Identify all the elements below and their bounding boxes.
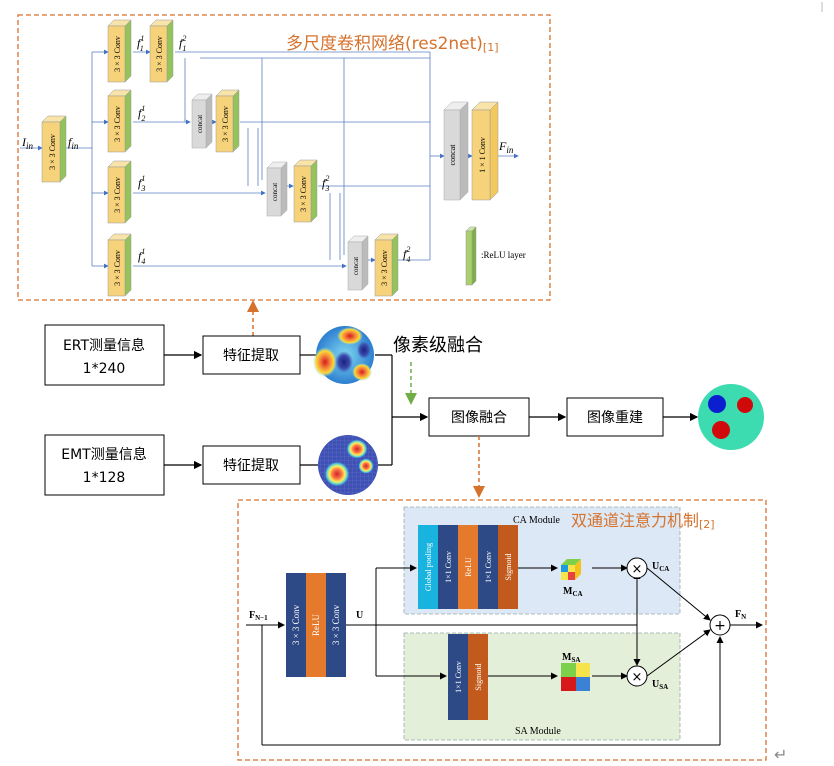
res2net-conv-branch4: 3 × 3 Conv	[107, 233, 132, 297]
sa-module-blocks: 1×1 Conv Sigmoid	[448, 634, 488, 720]
feature-extract-ert-label: 特征提取	[223, 348, 279, 364]
ca-conv1-a-label: 1×1 Conv	[444, 551, 453, 583]
ca-module-label: CA Module	[513, 515, 561, 526]
ca-conv1-b-label: 1×1 Conv	[484, 551, 493, 583]
conv-branch1b-label: 3 × 3 Conv	[155, 36, 164, 72]
res2net-conv-branch2-b: 3 × 3 Conv	[215, 89, 240, 153]
emt-reconstruction-image	[318, 435, 378, 495]
ca-global-pooling-label: Global pooling	[424, 543, 433, 591]
res2net-conv-branch1-b: 3 × 3 Conv	[149, 19, 174, 83]
msa-grid	[561, 663, 590, 691]
fn-1-label: FN−1	[249, 610, 268, 622]
pipeline: ERT测量信息 1*240 EMT测量信息 1*128 特征提取 特征提取 像素…	[44, 324, 764, 498]
fn-label: FN	[735, 609, 746, 621]
res2net-final-concat: concat	[443, 101, 469, 201]
ca-multiply-symbol: ×	[632, 562, 643, 577]
pixel-fusion-label: 像素级融合	[393, 335, 483, 356]
sum-symbol: +	[714, 618, 726, 634]
ca-sigmoid-label: Sigmoid	[504, 553, 513, 580]
concat-3-label: concat	[271, 183, 279, 201]
res2net-conv-branch1: 3 × 3 Conv	[107, 19, 132, 83]
u-label: U	[356, 610, 363, 621]
final-result-image	[698, 384, 764, 450]
label-f31: f1 3	[138, 174, 145, 193]
sa-module-label: SA Module	[515, 726, 561, 737]
label-f21: f1 2	[138, 104, 145, 123]
ert-reconstruction-image	[313, 326, 374, 384]
res2net-conv-branch4-b: 3 × 3 Conv	[374, 233, 399, 297]
res2net-fin-label: fin	[68, 135, 79, 151]
res2net-input-conv-label: 3 × 3 Conv	[48, 134, 57, 170]
res2net-connectors	[20, 49, 519, 269]
label-f11: f1 1	[137, 34, 144, 53]
conv-branch4-label: 3 × 3 Conv	[113, 250, 122, 286]
mca-cube	[561, 559, 581, 580]
concat-2-label: concat	[196, 115, 204, 133]
res2net-concat-3: concat	[266, 161, 288, 217]
att-relu-label: ReLU	[311, 614, 321, 636]
sum-node: +	[709, 614, 731, 636]
res2net-input-label: Iin	[21, 135, 34, 151]
return-mark: ↵	[774, 745, 787, 764]
conv-branch2b-label: 3 × 3 Conv	[221, 106, 230, 142]
relu-legend-label: :ReLU layer	[481, 250, 526, 260]
sa-sigmoid-label: Sigmoid	[474, 663, 483, 690]
res2net-panel: 多尺度卷积网络(res2net)[1] 3 × 3 Conv Iin fin 3…	[17, 14, 551, 301]
attention-panel: 双通道注意力机制[2] CA Module SA Module 3 × 3 Co…	[237, 499, 767, 761]
conv-branch3b-label: 3 × 3 Conv	[299, 176, 308, 212]
sa-multiply-symbol: ×	[632, 670, 643, 685]
res2net-conv-branch2: 3 × 3 Conv	[107, 89, 132, 153]
att-conv3-a-label: 3 × 3 Conv	[291, 604, 301, 645]
emt-input-box	[44, 434, 165, 496]
image-recon-label: 图像重建	[587, 410, 643, 426]
label-f32: f2 3	[322, 174, 329, 193]
attention-conv-relu-conv: 3 × 3 Conv ReLU 3 × 3 Conv	[286, 573, 346, 677]
ert-label: ERT测量信息	[63, 337, 145, 354]
final-concat-label: concat	[448, 144, 457, 166]
attention-title: 双通道注意力机制[2]	[571, 511, 715, 531]
res2net-input-conv: 3 × 3 Conv	[41, 115, 67, 183]
res2net-conv-branch3: 3 × 3 Conv	[107, 160, 132, 224]
diagram-canvas: 多尺度卷积网络(res2net)[1] 3 × 3 Conv Iin fin 3…	[17, 2, 823, 764]
concat-4-label: concat	[352, 257, 360, 275]
sa-conv1-label: 1×1 Conv	[454, 661, 463, 693]
conv-branch1-label: 3 × 3 Conv	[113, 36, 122, 72]
conv-branch4b-label: 3 × 3 Conv	[380, 250, 389, 286]
ca-relu-label: ReLU	[464, 557, 473, 577]
ca-module-blocks: Global pooling 1×1 Conv ReLU 1×1 Conv Si…	[418, 525, 518, 609]
image-fusion-label: 图像融合	[451, 410, 507, 426]
sa-module-box	[403, 632, 681, 741]
feature-extract-emt-label: 特征提取	[223, 458, 279, 474]
ert-size: 1*240	[83, 361, 126, 377]
ca-multiply-node: ×	[626, 557, 648, 579]
label-f12: f2 1	[179, 34, 186, 53]
res2net-concat-4: concat	[347, 235, 369, 291]
label-f42: f2 4	[403, 245, 410, 264]
res2net-output-label: Fin	[498, 139, 514, 155]
conv-branch3-label: 3 × 3 Conv	[113, 177, 122, 213]
conv-branch2-label: 3 × 3 Conv	[113, 106, 122, 142]
res2net-concat-2: concat	[191, 93, 213, 149]
res2net-final-conv1x1: 1 × 1 Conv	[471, 101, 499, 201]
emt-size: 1*128	[83, 470, 126, 486]
label-f41: f1 4	[138, 247, 145, 266]
res2net-title: 多尺度卷积网络(res2net)[1]	[286, 34, 499, 54]
att-conv3-b-label: 3 × 3 Conv	[331, 604, 341, 645]
relu-legend: :ReLU layer	[465, 226, 526, 286]
emt-label: EMT测量信息	[61, 446, 146, 463]
sa-multiply-node: ×	[626, 665, 648, 687]
final-conv1x1-label: 1 × 1 Conv	[478, 137, 487, 173]
res2net-conv-branch3-b: 3 × 3 Conv	[293, 159, 318, 223]
